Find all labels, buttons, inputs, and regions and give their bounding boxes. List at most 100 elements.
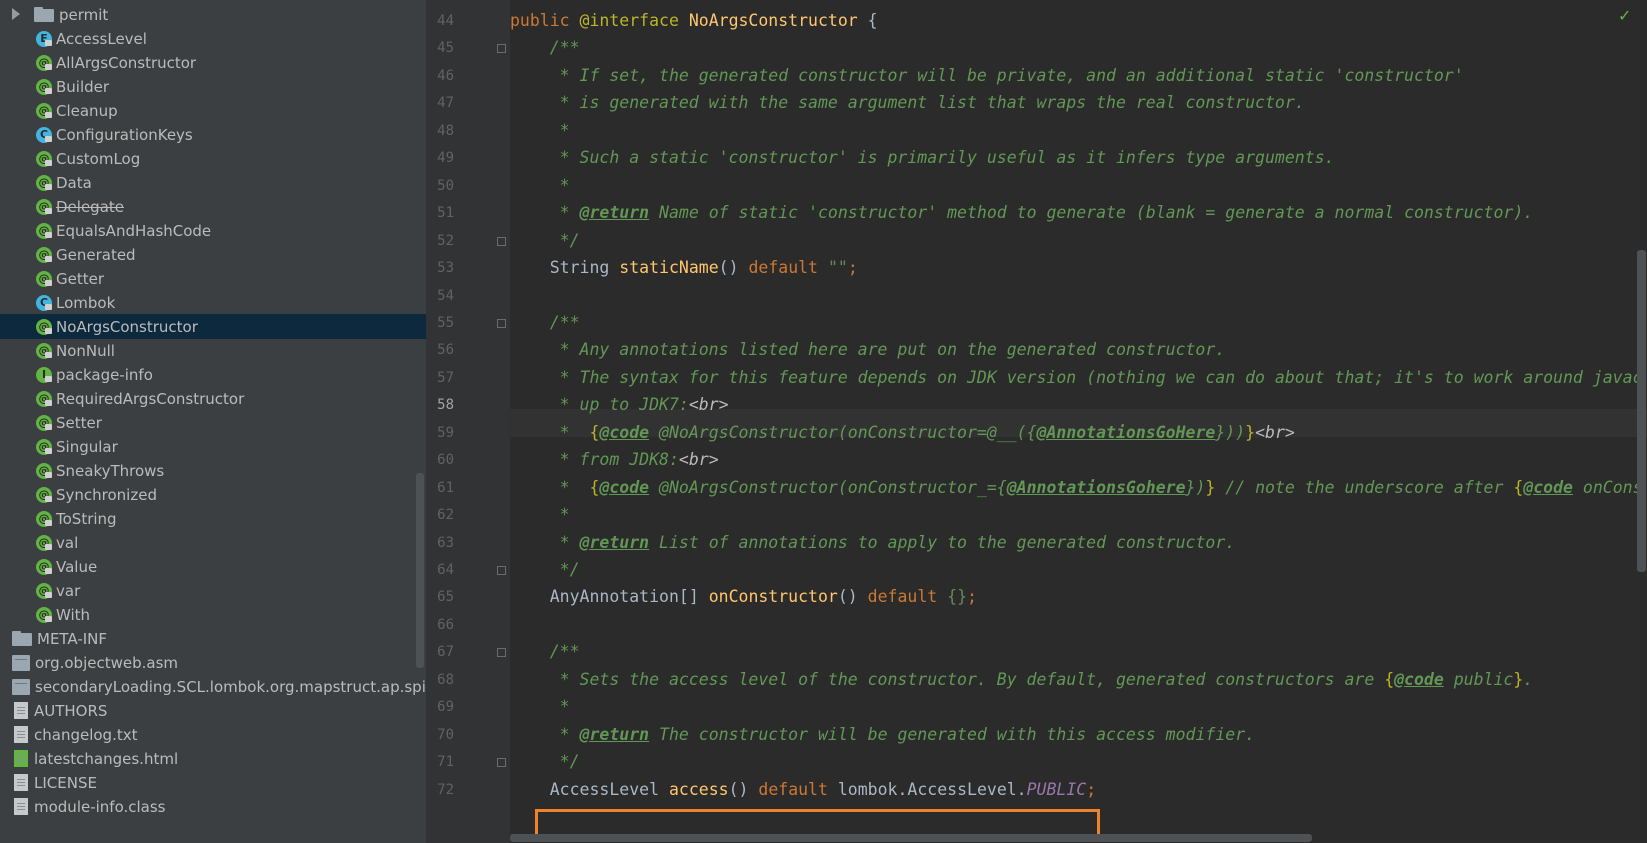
annotation-icon: @ — [36, 606, 52, 623]
tree-item[interactable]: org.objectweb.asm — [0, 650, 426, 675]
file-icon — [14, 774, 28, 791]
code-token: }) — [1185, 478, 1206, 497]
code-token: { — [589, 423, 600, 442]
tree-scrollbar[interactable] — [416, 473, 424, 668]
tree-item[interactable]: LICENSE — [0, 770, 426, 795]
tree-item[interactable]: @ Singular — [0, 434, 426, 459]
code-token: ; — [967, 587, 977, 606]
code-token: // note the underscore after — [1215, 478, 1514, 497]
tree-item-label: Delegate — [56, 197, 124, 216]
tree-item-label: AccessLevel — [56, 29, 147, 48]
file-icon — [14, 702, 28, 719]
tree-item[interactable]: @ Setter — [0, 410, 426, 435]
tree-item[interactable]: @ Getter — [0, 266, 426, 291]
code-token: default — [867, 587, 948, 606]
tree-item[interactable]: AUTHORS — [0, 698, 426, 723]
code-line: * @return Name of static 'constructor' m… — [510, 199, 1534, 227]
tree-item-label: AllArgsConstructor — [56, 53, 197, 72]
editor-vertical-scrollbar[interactable] — [1637, 250, 1646, 572]
code-token: () — [837, 587, 868, 606]
tree-item[interactable]: @ EqualsAndHashCode — [0, 218, 426, 243]
tree-item-label: ConfigurationKeys — [56, 125, 193, 144]
code-line: * — [510, 501, 570, 529]
expand-arrow-icon[interactable] — [12, 8, 20, 20]
code-token: */ — [510, 231, 580, 250]
code-token: public — [1443, 670, 1514, 689]
tree-item[interactable]: changelog.txt — [0, 722, 426, 747]
line-number: 54 — [437, 288, 454, 304]
tree-item[interactable]: C Lombok — [0, 290, 426, 315]
code-line: * is generated with the same argument li… — [510, 89, 1305, 117]
fold-marker-icon[interactable] — [497, 758, 506, 767]
fold-marker-icon[interactable] — [497, 648, 506, 657]
line-number: 50 — [437, 178, 454, 194]
code-token: * — [510, 121, 570, 140]
tree-item[interactable]: @ Cleanup — [0, 98, 426, 123]
code-line: */ — [510, 227, 580, 255]
code-token: * The syntax for this feature depends on… — [510, 368, 1643, 387]
tree-item[interactable]: @ SneakyThrows — [0, 458, 426, 483]
annotation-icon: @ — [36, 102, 52, 119]
fold-marker-icon[interactable] — [497, 319, 506, 328]
fold-marker-icon[interactable] — [497, 566, 506, 575]
tree-item[interactable]: META-INF — [0, 626, 426, 651]
code-token: * — [559, 478, 590, 497]
tree-item[interactable]: @ NonNull — [0, 338, 426, 363]
fold-marker-icon[interactable] — [497, 237, 506, 246]
tree-item[interactable]: @ NoArgsConstructor — [0, 314, 426, 339]
line-number: 72 — [437, 782, 454, 798]
line-number: 70 — [437, 727, 454, 743]
doc-tag: @return — [579, 725, 650, 744]
tree-item[interactable]: @ var — [0, 578, 426, 603]
annotation-icon: @ — [36, 534, 52, 551]
tree-item[interactable]: @ CustomLog — [0, 146, 426, 171]
tree-item[interactable]: module-info.class — [0, 794, 426, 819]
code-token: NoArgsConstructor — [688, 11, 858, 30]
tree-item[interactable]: @ AllArgsConstructor — [0, 50, 426, 75]
tree-item[interactable]: @ val — [0, 530, 426, 555]
fold-marker-icon[interactable] — [497, 44, 506, 53]
tree-item[interactable]: E AccessLevel — [0, 26, 426, 51]
annotation-icon: @ — [36, 414, 52, 431]
tree-item[interactable]: @ Builder — [0, 74, 426, 99]
code-token: PUBLIC — [1026, 780, 1087, 799]
project-tree[interactable]: permit E AccessLevel @ AllArgsConstructor @ Bu… — [0, 0, 427, 843]
annotation-icon: @ — [36, 270, 52, 287]
tree-item[interactable]: C ConfigurationKeys — [0, 122, 426, 147]
code-token: /** — [510, 313, 580, 332]
tree-item-label: module-info.class — [34, 797, 166, 816]
tree-item[interactable]: @ Synchronized — [0, 482, 426, 507]
tree-item[interactable]: @ Generated — [0, 242, 426, 267]
line-number: 47 — [437, 95, 454, 111]
code-line: AnyAnnotation[] onConstructor() default … — [510, 583, 977, 611]
tree-item[interactable]: @ With — [0, 602, 426, 627]
annotation-icon: @ — [36, 486, 52, 503]
html-file-icon — [14, 750, 28, 767]
code-token: * from JDK8: — [559, 450, 679, 469]
tree-item[interactable]: @ ToString — [0, 506, 426, 531]
tree-item-label: val — [56, 533, 79, 552]
tree-item[interactable]: @ RequiredArgsConstructor — [0, 386, 426, 411]
doc-star: * — [559, 203, 580, 222]
inspection-ok-icon[interactable]: ✓ — [1618, 6, 1631, 25]
tree-item[interactable]: Ipackage-info — [0, 362, 426, 387]
tree-item[interactable]: @ Value — [0, 554, 426, 579]
doc-tag: @AnnotationsGohere — [1006, 478, 1186, 497]
code-line: String staticName() default ""; — [510, 254, 858, 282]
code-line: /** — [510, 34, 580, 62]
code-token: @NoArgsConstructor(onConstructor=@__({ — [649, 423, 1037, 442]
tree-item[interactable]: @ Data — [0, 170, 426, 195]
annotation-icon: @ — [36, 558, 52, 575]
tree-item[interactable]: secondaryLoading.SCL.lombok.org.mapstruc… — [0, 674, 426, 699]
tree-item-label: latestchanges.html — [34, 749, 179, 768]
code-token: { — [1513, 478, 1524, 497]
line-number: 65 — [437, 589, 454, 605]
line-number: 57 — [437, 370, 454, 386]
code-token: <br> — [688, 395, 729, 414]
tree-item[interactable]: latestchanges.html — [0, 746, 426, 771]
editor-horizontal-scrollbar[interactable] — [510, 834, 1312, 842]
tree-item[interactable]: permit — [0, 2, 426, 27]
tree-item-label: secondaryLoading.SCL.lombok.org.mapstruc… — [35, 677, 426, 696]
tree-item[interactable]: @ Delegate — [0, 194, 426, 219]
code-line: * — [510, 693, 570, 721]
